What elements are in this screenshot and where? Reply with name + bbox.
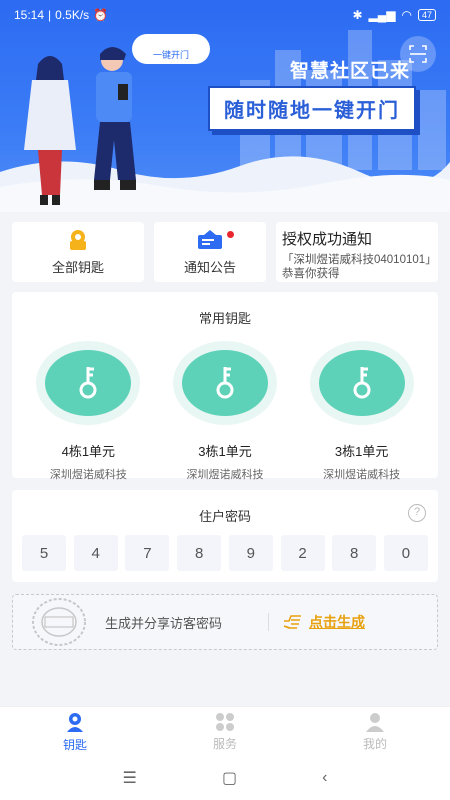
banner: 一键开门 智慧社区已来 随时随地一键开门 [0, 0, 450, 212]
password-digit: 8 [332, 535, 377, 571]
notice-button[interactable]: 通知公告 [154, 222, 266, 282]
divider [268, 613, 270, 631]
tab-bar: 钥匙 服务 我的 [0, 706, 450, 756]
key-org: 深圳煜诺威科技 [186, 469, 264, 481]
key-icon [216, 367, 234, 399]
battery-icon: 47 [417, 9, 436, 21]
key-person-icon [67, 712, 83, 732]
user-icon [366, 712, 384, 732]
keys-icon [70, 229, 86, 250]
key-button[interactable] [36, 341, 141, 425]
wifi-icon: ◠ [401, 8, 412, 22]
back-icon[interactable]: ‹ [322, 769, 327, 787]
key-org: 深圳煜诺威科技 [49, 469, 127, 481]
unread-dot [227, 231, 234, 238]
keys-list: 4栋1单元 深圳煜诺威科技 3栋1单元 深圳煜诺威科技 3栋1单元 深圳煜诺威科… [12, 341, 438, 482]
scan-icon [409, 45, 427, 63]
visitor-text: 生成并分享访客密码 [105, 615, 223, 631]
tab-services-label: 服务 [212, 736, 237, 751]
resident-password-card: 住户密码 ? 5 4 7 8 9 2 8 0 [12, 490, 438, 582]
all-keys-button[interactable]: 全部钥匙 [12, 222, 144, 282]
visitor-password-panel: 生成并分享访客密码 点击生成 [12, 594, 438, 650]
signal-icon: ▂▄▆ [368, 8, 396, 22]
generate-button[interactable]: 点击生成 [283, 612, 365, 632]
pointing-hand-icon [283, 615, 302, 629]
quick-row: 全部钥匙 通知公告 授权成功通知 「深圳煜诺威科技04010101」恭喜你获得 [12, 222, 438, 282]
people-illustration [24, 47, 136, 205]
password-digit: 2 [280, 535, 325, 571]
status-bar: 15:14 | 0.5K/s ⏰ ✱ ▂▄▆ ◠ 47 [0, 0, 450, 30]
key-button[interactable] [172, 341, 277, 425]
key-item[interactable]: 4栋1单元 深圳煜诺威科技 [23, 341, 153, 482]
notice-message-title: 授权成功通知 [282, 231, 373, 248]
password-digit: 8 [177, 535, 222, 571]
key-button[interactable] [309, 341, 414, 425]
stamp-icon [32, 598, 86, 646]
notice-board-icon [198, 229, 222, 249]
password-digit: 0 [383, 535, 428, 571]
tab-keys[interactable]: 钥匙 [0, 707, 150, 756]
system-nav-bar: ☰ ▢ ‹ [0, 756, 450, 800]
banner-slogan: 随时随地一键开门 [208, 86, 416, 131]
tab-keys-label: 钥匙 [62, 737, 87, 752]
speech-bubble: 一键开门 [132, 34, 210, 64]
password-digit: 7 [125, 535, 170, 571]
menu-icon[interactable]: ☰ [123, 768, 137, 788]
notice-label: 通知公告 [183, 259, 236, 275]
help-icon[interactable]: ? [408, 504, 426, 522]
tab-mine[interactable]: 我的 [300, 707, 450, 756]
password-digit: 5 [22, 535, 66, 571]
status-time: 15:14 [14, 8, 45, 22]
notice-message-body: 「深圳煜诺威科技04010101」恭喜你获得 [282, 254, 431, 280]
common-keys-card: 常用钥匙 4栋1单元 深圳煜诺威科技 3栋1单元 深圳煜诺威科技 3栋1单元 深… [12, 292, 438, 481]
scan-button[interactable] [400, 36, 436, 72]
key-name: 4栋1单元 [61, 444, 116, 459]
key-item[interactable]: 3栋1单元 深圳煜诺威科技 [160, 341, 290, 482]
grid-icon [216, 712, 234, 731]
password-digit: 4 [73, 535, 118, 571]
resident-password-title: 住户密码 [198, 509, 251, 524]
tab-mine-label: 我的 [362, 736, 387, 751]
bluetooth-icon: ✱ [352, 8, 363, 22]
key-org: 深圳煜诺威科技 [323, 469, 401, 481]
home-icon[interactable]: ▢ [222, 768, 237, 788]
generate-label: 点击生成 [309, 614, 366, 630]
bubble-text: 一键开门 [152, 50, 189, 60]
password-digit: 9 [228, 535, 273, 571]
tab-services[interactable]: 服务 [150, 707, 300, 756]
key-name: 3栋1单元 [334, 444, 389, 459]
key-item[interactable]: 3栋1单元 深圳煜诺威科技 [297, 341, 427, 482]
banner-title: 智慧社区已来 [289, 61, 410, 82]
common-keys-title: 常用钥匙 [198, 311, 251, 326]
key-icon [79, 367, 97, 399]
password-digits: 5 4 7 8 9 2 8 0 [12, 535, 438, 571]
all-keys-label: 全部钥匙 [51, 259, 104, 275]
status-speed: 0.5K/s [55, 8, 90, 22]
key-icon [353, 367, 371, 399]
alarm-icon: ⏰ [93, 8, 109, 22]
notice-message[interactable]: 授权成功通知 「深圳煜诺威科技04010101」恭喜你获得 [276, 222, 438, 282]
key-name: 3栋1单元 [198, 444, 252, 459]
